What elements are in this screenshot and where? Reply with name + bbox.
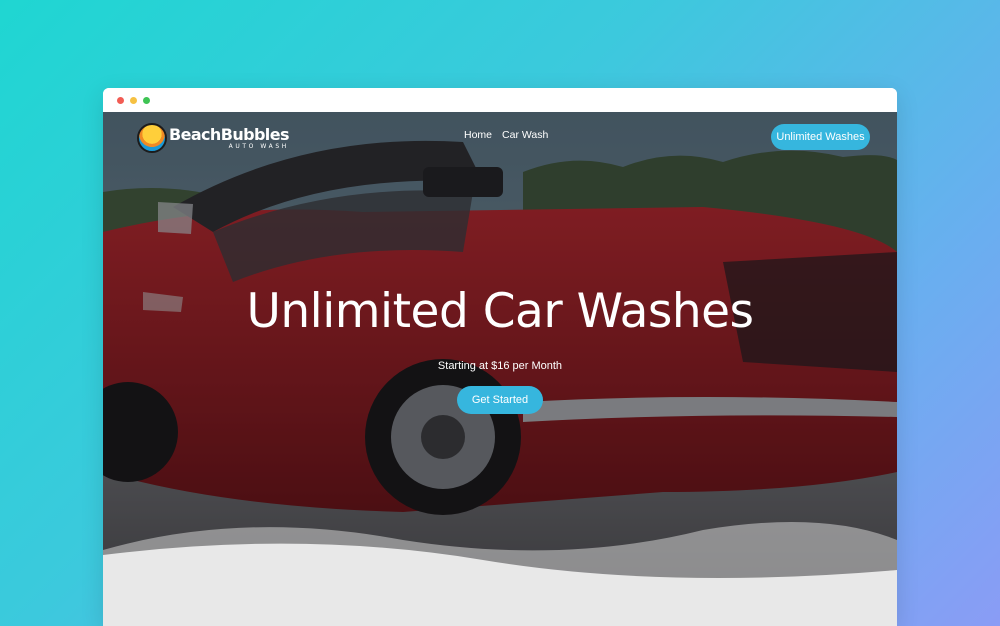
brand-tagline: AUTO WASH bbox=[228, 142, 289, 150]
hero-subtitle: Starting at $16 per Month bbox=[437, 360, 563, 372]
hero-title: Unlimited Car Washes bbox=[246, 284, 754, 339]
unlimited-washes-button[interactable]: Unlimited Washes bbox=[771, 124, 870, 150]
site-header: BeachBubbles AUTO WASH Home Car Wash Unl… bbox=[103, 112, 897, 162]
browser-window: BeachBubbles AUTO WASH Home Car Wash Unl… bbox=[103, 88, 897, 626]
brand-wordmark: BeachBubbles AUTO WASH bbox=[169, 124, 289, 150]
close-window-icon[interactable] bbox=[117, 96, 124, 104]
minimize-window-icon[interactable] bbox=[130, 96, 137, 104]
hero-section: BeachBubbles AUTO WASH Home Car Wash Unl… bbox=[103, 112, 897, 626]
nav-link-car-wash[interactable]: Car Wash bbox=[502, 129, 548, 141]
browser-chrome bbox=[103, 88, 897, 112]
beach-car-badge-icon bbox=[137, 123, 167, 153]
get-started-button[interactable]: Get Started bbox=[457, 386, 543, 414]
brand-name: BeachBubbles bbox=[169, 124, 289, 144]
main-nav: Home Car Wash bbox=[464, 129, 548, 141]
maximize-window-icon[interactable] bbox=[143, 96, 150, 104]
nav-link-home[interactable]: Home bbox=[464, 129, 492, 141]
hero-wave-divider bbox=[103, 522, 897, 626]
brand-logo[interactable]: BeachBubbles AUTO WASH bbox=[137, 122, 289, 154]
